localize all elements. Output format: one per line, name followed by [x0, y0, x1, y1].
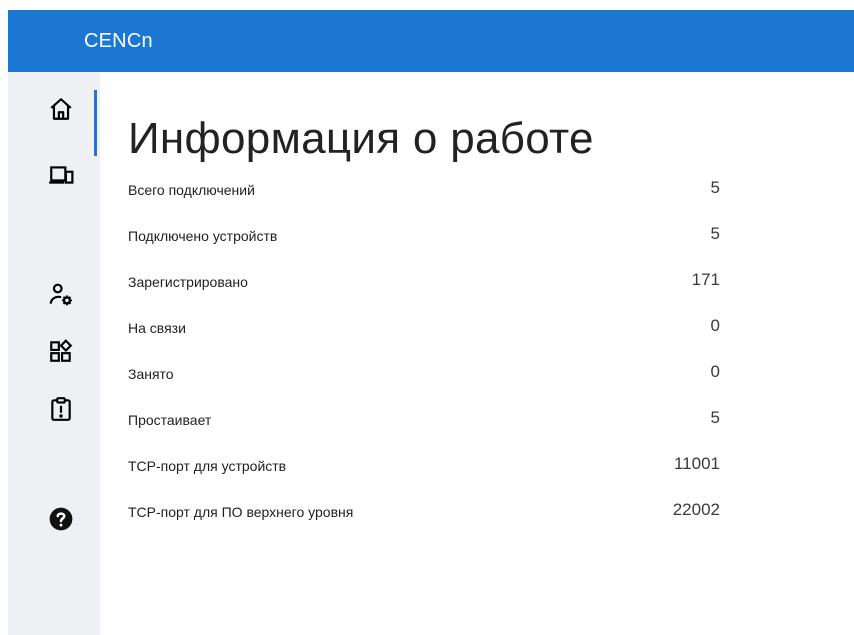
app-window: CENCn Информация о работе Всего подключе…: [8, 10, 854, 635]
stat-label: Занято: [128, 366, 174, 382]
stat-label: TCP-порт для устройств: [128, 458, 287, 474]
sidebar-item-apps[interactable]: [8, 328, 100, 374]
sidebar-item-tasks[interactable]: [8, 386, 100, 432]
stat-row-idle: Простаивает 5: [128, 400, 720, 446]
stat-row-upper-level-tcp-port: TCP-порт для ПО верхнего уровня 22002: [128, 492, 720, 538]
sidebar: [8, 72, 100, 635]
sidebar-item-home[interactable]: [8, 86, 100, 156]
page-title: Информация о работе: [128, 114, 594, 163]
devices-icon: [48, 162, 74, 188]
stat-row-total-connections: Всего подключений 5: [128, 170, 720, 216]
stat-row-connected-devices: Подключено устройств 5: [128, 216, 720, 262]
stat-row-busy: Занято 0: [128, 354, 720, 400]
stat-value: 11001: [673, 454, 720, 473]
stat-label: На связи: [128, 320, 186, 336]
home-icon: [48, 96, 74, 122]
apps-icon: [48, 338, 74, 364]
stat-label: Всего подключений: [128, 182, 255, 198]
stat-label: Подключено устройств: [128, 228, 278, 244]
stat-label: Простаивает: [128, 412, 212, 428]
stat-label: Зарегистрировано: [128, 274, 248, 290]
stat-value: 171: [691, 270, 720, 289]
header-bar: CENCn: [8, 10, 854, 72]
stat-value: 5: [710, 178, 720, 197]
sidebar-item-devices[interactable]: [8, 152, 100, 198]
stat-row-online: На связи 0: [128, 308, 720, 354]
help-icon: [48, 506, 74, 532]
clipboard-alert-icon: [48, 396, 74, 422]
stat-value: 0: [710, 362, 720, 381]
stat-value: 0: [710, 316, 720, 335]
app-title: CENCn: [84, 30, 153, 52]
sidebar-item-help[interactable]: [8, 496, 100, 542]
stats-list: Всего подключений 5 Подключено устройств…: [128, 170, 720, 538]
sidebar-item-user-settings[interactable]: [8, 272, 100, 318]
stat-value: 22002: [672, 500, 720, 519]
stat-label: TCP-порт для ПО верхнего уровня: [128, 504, 354, 520]
user-settings-icon: [48, 282, 74, 308]
main-content: Информация о работе Всего подключений 5 …: [100, 72, 854, 635]
stat-row-registered: Зарегистрировано 171: [128, 262, 720, 308]
stat-value: 5: [710, 408, 720, 427]
stat-row-device-tcp-port: TCP-порт для устройств 11001: [128, 446, 720, 492]
stat-value: 5: [710, 224, 720, 243]
